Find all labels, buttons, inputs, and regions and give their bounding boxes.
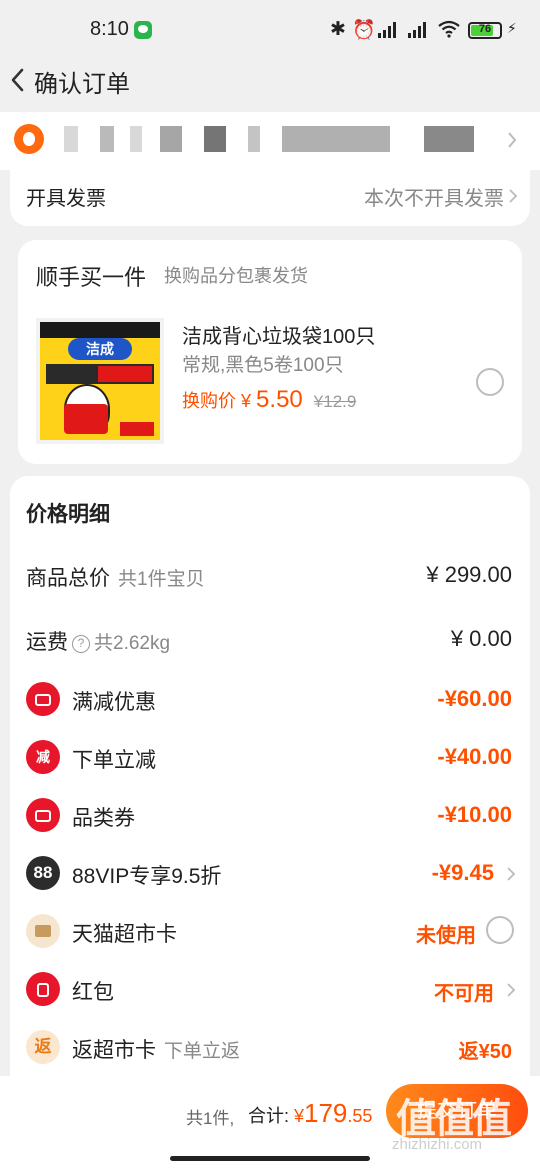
location-icon <box>14 124 44 154</box>
wechat-icon <box>134 21 152 39</box>
addon-title: 顺手买一件 <box>36 265 147 290</box>
total-label: 合计: <box>248 1106 290 1126</box>
address-row[interactable] <box>0 112 540 170</box>
addon-card: 顺手买一件 换购品分包裹发货 洁成 洁成背心垃圾袋100只 常规,黑色5卷100… <box>18 240 522 464</box>
invoice-row[interactable]: 开具发票 本次不开具发票 <box>10 168 530 226</box>
red-packet-icon <box>26 972 60 1006</box>
back-arrow-icon[interactable] <box>8 66 28 94</box>
item-count: 共1件, <box>186 1109 235 1128</box>
price-label: 换购价 <box>182 391 236 411</box>
price-detail-card: 价格明细 商品总价 共1件宝贝 ¥ 299.00 运费? 共2.62kg ¥ 0.0… <box>10 476 530 1076</box>
product-image-brand: 洁成 <box>68 338 132 360</box>
vip-88-icon: 88 <box>26 856 60 890</box>
signal-icon <box>378 22 396 38</box>
row-88vip[interactable]: 88 88VIP专享9.5折 -¥9.45 <box>10 854 530 894</box>
address-chevron-icon <box>508 132 517 148</box>
product-spec: 常规,黑色5卷100只 <box>182 355 344 376</box>
row-supermarket-card[interactable]: 天猫超市卡 未使用 <box>10 912 530 952</box>
product-image[interactable]: 洁成 <box>36 318 164 444</box>
alarm-icon: ⏰ <box>352 20 376 41</box>
wifi-icon <box>438 20 460 38</box>
price-detail-title: 价格明细 <box>26 503 110 526</box>
product-name[interactable]: 洁成背心垃圾袋100只 <box>182 320 375 349</box>
row-shipping: 运费? 共2.62kg ¥ 0.00 <box>26 626 512 654</box>
signal-2-icon <box>408 22 426 38</box>
original-price: ¥12.9 <box>313 392 357 411</box>
supermarket-card-radio[interactable] <box>486 916 514 944</box>
goods-total-amount: ¥ 299.00 <box>426 562 512 587</box>
battery-icon: 76 <box>468 22 502 39</box>
row-category-coupon: 品类券 -¥10.00 <box>10 796 530 836</box>
product-price: 换购价 ¥ 5.50 ¥12.9 <box>182 386 356 414</box>
chevron-right-icon <box>507 983 516 997</box>
addon-subtitle: 换购品分包裹发货 <box>164 266 308 286</box>
row-red-packet[interactable]: 红包 不可用 <box>10 970 530 1010</box>
row-rebate: 返 返超市卡 下单立返 返¥50 <box>10 1028 530 1068</box>
chevron-right-icon <box>507 867 516 881</box>
watermark-site: zhizhizhi.com <box>392 1136 483 1153</box>
rebate-icon: 返 <box>26 1030 60 1064</box>
home-indicator[interactable] <box>170 1156 370 1161</box>
row-full-reduction: 满减优惠 -¥60.00 <box>10 680 530 720</box>
status-bar: 8:10 ✱ ⏰ 76 ⚡ <box>0 0 540 60</box>
row-goods-total: 商品总价 共1件宝贝 ¥ 299.00 <box>26 562 512 590</box>
ticket-icon <box>26 682 60 716</box>
charging-icon: ⚡ <box>507 20 517 36</box>
price-value: 5.50 <box>256 386 303 413</box>
reduce-icon: 减 <box>26 740 60 774</box>
redacted-address <box>64 126 78 152</box>
battery-level: 76 <box>478 23 492 35</box>
bluetooth-icon: ✱ <box>330 19 346 40</box>
addon-select-radio[interactable] <box>476 368 504 396</box>
total-amount: ¥179.55 <box>294 1098 373 1128</box>
invoice-chevron-icon <box>509 189 518 203</box>
row-order-reduce: 减 下单立减 -¥40.00 <box>10 738 530 778</box>
shipping-amount: ¥ 0.00 <box>450 626 512 651</box>
card-icon <box>26 914 60 948</box>
invoice-label: 开具发票 <box>26 188 106 210</box>
page-title: 确认订单 <box>34 71 130 98</box>
nav-bar: 确认订单 <box>0 60 540 100</box>
coupon-icon <box>26 798 60 832</box>
price-currency: ¥ <box>241 391 252 411</box>
status-time: 8:10 <box>90 18 129 40</box>
help-icon[interactable]: ? <box>72 635 90 653</box>
invoice-value: 本次不开具发票 <box>364 188 504 210</box>
